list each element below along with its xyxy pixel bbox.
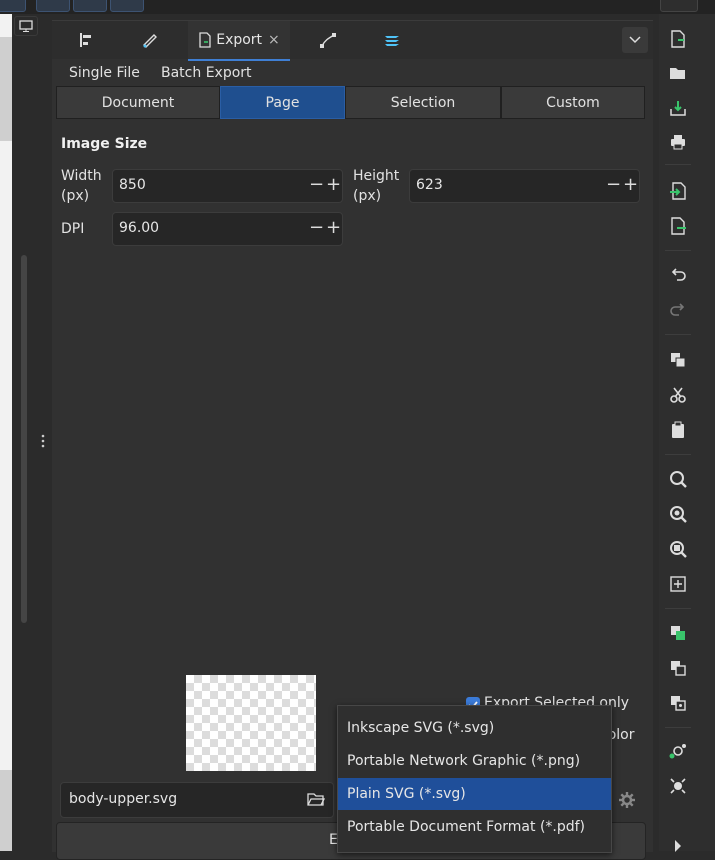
import-icon[interactable] xyxy=(669,182,687,200)
toolbar-separator xyxy=(665,727,691,728)
left-gutter xyxy=(12,14,52,851)
toolbar-separator xyxy=(665,454,691,455)
toolbar-button[interactable] xyxy=(36,0,70,12)
align-icon xyxy=(80,33,91,47)
tab-fill-stroke[interactable] xyxy=(124,21,176,59)
filename-input[interactable]: body-upper.svg xyxy=(60,782,334,818)
toolbar-separator xyxy=(665,164,691,165)
dpi-label: DPI xyxy=(61,221,85,237)
tab-batch-export[interactable]: Batch Export xyxy=(161,65,252,87)
close-icon[interactable]: × xyxy=(268,32,280,48)
tab-node-editor[interactable] xyxy=(302,21,354,59)
zoom-page-icon[interactable] xyxy=(669,540,687,558)
tab-align[interactable] xyxy=(60,21,112,59)
width-spinbox[interactable]: 850 − + xyxy=(112,169,343,203)
new-document-icon[interactable] xyxy=(669,30,687,48)
format-option-selected[interactable]: Plain SVG (*.svg) xyxy=(338,778,611,810)
area-page-button[interactable]: Page xyxy=(220,86,345,119)
height-spinbox[interactable]: 623 − + xyxy=(409,169,640,203)
cut-icon[interactable] xyxy=(669,386,687,404)
tab-export[interactable]: Export × xyxy=(188,21,290,61)
format-option[interactable]: Inkscape SVG (*.svg) xyxy=(338,712,611,744)
gear-icon xyxy=(619,792,635,808)
export-doc-icon[interactable] xyxy=(669,217,687,235)
duplicate-icon[interactable] xyxy=(669,351,687,369)
export-area-selector: Document Page Selection Custom xyxy=(56,86,645,119)
minus-icon[interactable]: − xyxy=(606,174,621,195)
area-custom-button[interactable]: Custom xyxy=(501,86,645,119)
chevron-right-icon[interactable] xyxy=(669,837,687,855)
ungroup-icon[interactable] xyxy=(669,659,687,677)
dock-resize-grip-icon[interactable] xyxy=(41,434,45,448)
dialog-tab-bar: Export × xyxy=(52,21,653,61)
format-option[interactable]: Portable Network Graphic (*.png) xyxy=(338,745,611,777)
print-icon[interactable] xyxy=(669,133,687,151)
height-label: Height (px) xyxy=(353,168,400,204)
node-select-icon[interactable] xyxy=(669,742,687,760)
zoom-fit-icon[interactable] xyxy=(669,575,687,593)
redo-icon[interactable] xyxy=(669,301,687,319)
node-editor-icon xyxy=(320,33,336,48)
format-option[interactable]: Portable Document Format (*.pdf) xyxy=(338,811,611,843)
tab-layers[interactable] xyxy=(366,21,418,59)
clone-icon[interactable] xyxy=(669,694,687,712)
toolbar-button[interactable] xyxy=(110,0,144,12)
commands-toolbar xyxy=(659,14,715,852)
canvas-ruler-shade xyxy=(0,37,12,141)
open-folder-icon[interactable] xyxy=(669,64,687,82)
toolbar-button[interactable] xyxy=(660,0,698,12)
toolbar-separator xyxy=(665,334,691,335)
zoom-drawing-icon[interactable] xyxy=(669,505,687,523)
area-document-button[interactable]: Document xyxy=(56,86,220,119)
minus-icon[interactable]: − xyxy=(309,174,324,195)
plus-icon[interactable]: + xyxy=(623,174,638,195)
save-icon[interactable] xyxy=(669,99,687,117)
width-label: Width (px) xyxy=(61,168,102,204)
height-value[interactable]: 623 xyxy=(416,177,443,193)
export-preview-thumbnail xyxy=(186,675,316,771)
tab-menu-button[interactable] xyxy=(622,27,648,53)
zoom-selection-icon[interactable] xyxy=(669,470,687,488)
chevron-down-icon xyxy=(629,36,641,44)
file-format-dropdown: Inkscape SVG (*.svg) Portable Network Gr… xyxy=(337,705,612,853)
dpi-spinbox[interactable]: 96.00 − + xyxy=(112,212,343,246)
filename-value[interactable]: body-upper.svg xyxy=(69,791,177,807)
display-mode-button[interactable] xyxy=(14,16,38,36)
top-toolbar-strip xyxy=(0,0,715,14)
toolbar-separator xyxy=(665,250,691,251)
vertical-scrollbar[interactable] xyxy=(21,255,27,623)
canvas-ruler-shade xyxy=(0,770,12,851)
toolbar-button[interactable] xyxy=(0,0,26,12)
monitor-icon xyxy=(19,20,33,32)
tab-export-label: Export xyxy=(216,32,263,48)
export-settings-button[interactable] xyxy=(616,789,638,815)
folder-open-icon[interactable] xyxy=(307,791,325,807)
export-icon xyxy=(199,32,211,48)
snap-settings-icon[interactable] xyxy=(669,777,687,795)
paste-icon[interactable] xyxy=(669,421,687,439)
plus-icon[interactable]: + xyxy=(326,217,341,238)
group-icon[interactable] xyxy=(669,624,687,642)
layers-icon xyxy=(385,36,399,46)
undo-icon[interactable] xyxy=(669,266,687,284)
area-selection-button[interactable]: Selection xyxy=(345,86,501,119)
plus-icon[interactable]: + xyxy=(326,174,341,195)
toolbar-separator xyxy=(665,608,691,609)
dpi-value[interactable]: 96.00 xyxy=(119,220,159,236)
fill-stroke-icon xyxy=(143,34,157,48)
toolbar-button[interactable] xyxy=(73,0,107,12)
image-size-heading: Image Size xyxy=(61,136,148,152)
width-value[interactable]: 850 xyxy=(119,177,146,193)
minus-icon[interactable]: − xyxy=(309,217,324,238)
